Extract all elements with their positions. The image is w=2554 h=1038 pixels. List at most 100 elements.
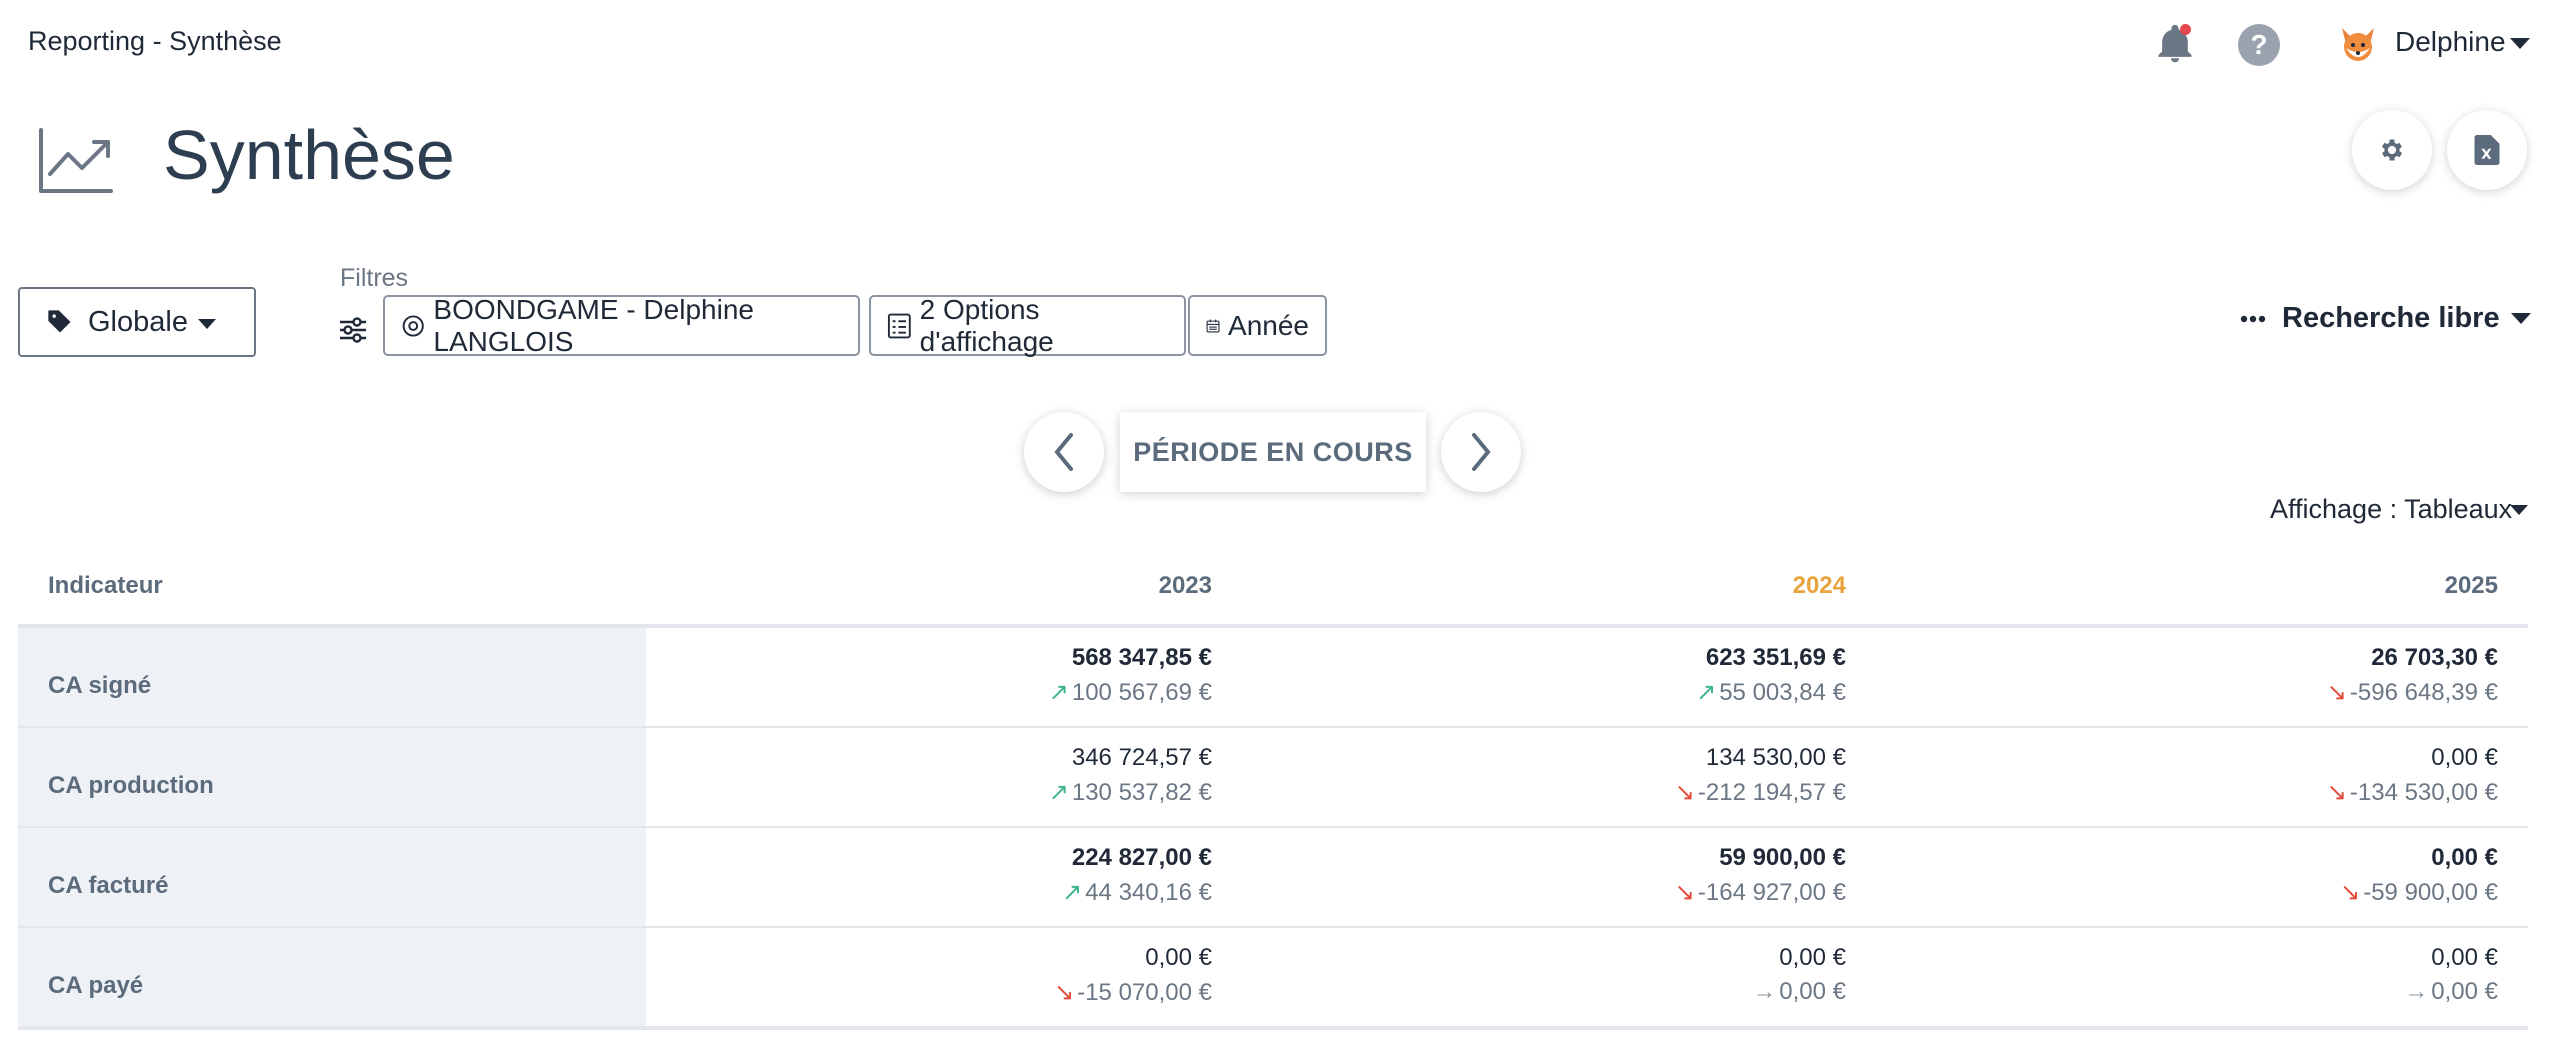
- trend-down-icon: ↘: [1054, 979, 1075, 1006]
- cell-delta: ↘ -15 070,00 €: [812, 978, 1212, 1007]
- avatar[interactable]: [2336, 22, 2380, 66]
- cell-value: 568 347,85 €: [1071, 644, 1212, 671]
- chevron-right-icon: [1472, 433, 1491, 471]
- next-period-button[interactable]: [1441, 412, 1521, 492]
- cell-value: 0,00 €: [2431, 744, 2498, 771]
- trend-down-icon: ↘: [1674, 779, 1695, 806]
- cell-value: 0,00 €: [1779, 944, 1846, 971]
- cell-delta: ↗ 100 567,69 €: [812, 678, 1212, 707]
- app-title: Reporting - Synthèse: [28, 26, 282, 56]
- cell-delta-text: 0,00 €: [1779, 978, 1846, 1005]
- cell-delta-text: -596 648,39 €: [2349, 679, 2498, 706]
- display-mode-select[interactable]: Affichage : Tableaux: [2270, 494, 2512, 525]
- trend-up-icon: ↗: [1048, 779, 1069, 806]
- free-search-toggle[interactable]: Recherche libre: [2240, 302, 2500, 335]
- filter-sliders-icon[interactable]: [338, 315, 368, 350]
- column-header-indicator: Indicateur: [48, 572, 163, 599]
- cell-value: 623 351,69 €: [1705, 644, 1846, 671]
- free-search-label: Recherche libre: [2282, 302, 2500, 334]
- indicator-cell: CA production: [18, 728, 646, 826]
- cell-delta: ↗ 44 340,16 €: [812, 878, 1212, 907]
- export-excel-button[interactable]: [2447, 110, 2527, 190]
- cell-value: 0,00 €: [1145, 944, 1212, 971]
- trend-up-icon: ↗: [1696, 679, 1717, 706]
- cell-value: 26 703,30 €: [2371, 644, 2498, 671]
- trend-down-icon: ↘: [2340, 879, 2361, 906]
- notification-dot: [2180, 24, 2191, 35]
- help-icon[interactable]: ?: [2238, 24, 2280, 66]
- indicator-cell: CA payé: [18, 928, 646, 1026]
- column-header-year: 2025: [2444, 572, 2498, 599]
- indicator-cell: CA signé: [18, 628, 646, 726]
- chevron-left-icon: [1054, 433, 1073, 471]
- cell-delta-text: 0,00 €: [2431, 978, 2498, 1005]
- display-options-label: 2 Options d'affichage: [919, 293, 1054, 357]
- trending-up-icon: [38, 128, 114, 194]
- cell-delta-text: 55 003,84 €: [1719, 679, 1846, 706]
- user-menu-chevron-down-icon[interactable]: [2510, 38, 2530, 49]
- table-row: CA signé 568 347,85 € ↗ 100 567,69 €623 351…: [18, 628, 2528, 728]
- column-header-year: 2023: [1158, 572, 1212, 599]
- display-mode-chevron-down-icon[interactable]: [2510, 505, 2528, 515]
- cell-delta: ↘ -59 900,00 €: [2098, 878, 2498, 907]
- previous-period-button[interactable]: [1024, 412, 1104, 492]
- cell-delta-text: 44 340,16 €: [1085, 879, 1212, 906]
- table-row: CA payé 0,00 € ↘ -15 070,00 €0,00 € → 0,00 €0…: [18, 928, 2528, 1030]
- cell-delta: ↘ -164 927,00 €: [1446, 878, 1846, 907]
- target-icon: [402, 314, 424, 337]
- cell-delta-text: -134 530,00 €: [2349, 779, 2498, 806]
- display-options-chip[interactable]: 2 Options d'affichage: [869, 293, 1186, 357]
- trend-down-icon: ↘: [2326, 779, 2347, 806]
- cell-delta: ↘ -212 194,57 €: [1446, 778, 1846, 807]
- cell-value: 59 900,00 €: [1719, 844, 1846, 871]
- synthesis-table: Indicateur 2023 2024 2025 CA signé 568 34…: [18, 548, 2528, 1030]
- trend-down-icon: ↘: [1674, 879, 1695, 906]
- trend-down-icon: ↘: [2326, 679, 2347, 706]
- chevron-down-icon: [197, 319, 216, 329]
- current-period-button[interactable]: PÉRIODE EN COURS: [1120, 412, 1426, 492]
- cell-delta: → 0,00 €: [1446, 978, 1846, 1006]
- year-period-chip[interactable]: Année: [1188, 295, 1327, 356]
- cell-delta-text: -59 900,00 €: [2363, 879, 2498, 906]
- settings-button[interactable]: [2352, 110, 2432, 190]
- trend-flat-icon: →: [1752, 978, 1777, 1005]
- cell-value: 134 530,00 €: [1705, 744, 1846, 771]
- column-header-year-current: 2024: [1792, 572, 1846, 599]
- checklist-icon: [887, 313, 911, 338]
- scope-dropdown[interactable]: Globale: [18, 287, 256, 357]
- cell-delta-text: 130 537,82 €: [1071, 779, 1212, 806]
- cell-value: 224 827,00 €: [1071, 844, 1212, 871]
- cell-delta-text: -15 070,00 €: [1077, 979, 1212, 1006]
- indicator-label: CA signé: [48, 672, 152, 699]
- cell-value: 0,00 €: [2431, 844, 2498, 871]
- indicator-label: CA facturé: [48, 872, 169, 899]
- notifications-bell-icon[interactable]: [2153, 22, 2197, 66]
- trend-flat-icon: →: [2404, 978, 2429, 1005]
- excel-file-icon: [2474, 135, 2500, 165]
- trend-up-icon: ↗: [1062, 879, 1083, 906]
- cell-delta-text: -212 194,57 €: [1697, 779, 1846, 806]
- gear-icon: [2381, 139, 2403, 161]
- table-row: CA facturé 224 827,00 € ↗ 44 340,16 € 59 900…: [18, 828, 2528, 928]
- year-period-label: Année: [1228, 309, 1309, 341]
- table-row: CA production 346 724,57 € ↗ 130 537,82 €13…: [18, 728, 2528, 828]
- perimeter-filter-label: BOONDGAME - Delphine LANGLOIS: [433, 293, 754, 357]
- calendar-icon: [1206, 319, 1220, 332]
- user-name[interactable]: Delphine: [2395, 26, 2506, 58]
- tag-icon: [48, 310, 71, 333]
- cell-delta-text: 100 567,69 €: [1071, 679, 1212, 706]
- table-header-row: Indicateur 2023 2024 2025: [18, 548, 2528, 628]
- more-dots-icon: [2240, 315, 2266, 322]
- filters-label: Filtres: [340, 264, 409, 292]
- scope-label: Globale: [88, 305, 188, 338]
- cell-delta-text: -164 927,00 €: [1697, 879, 1846, 906]
- cell-delta: ↘ -596 648,39 €: [2098, 678, 2498, 707]
- indicator-cell: CA facturé: [18, 828, 646, 926]
- page-title: Synthèse: [163, 116, 455, 194]
- free-search-chevron-down-icon[interactable]: [2511, 313, 2531, 324]
- cell-delta: → 0,00 €: [2098, 978, 2498, 1006]
- cell-delta: ↘ -134 530,00 €: [2098, 778, 2498, 807]
- cell-delta: ↗ 130 537,82 €: [812, 778, 1212, 807]
- indicator-label: CA production: [48, 772, 214, 799]
- perimeter-filter-chip[interactable]: BOONDGAME - Delphine LANGLOIS: [383, 293, 860, 357]
